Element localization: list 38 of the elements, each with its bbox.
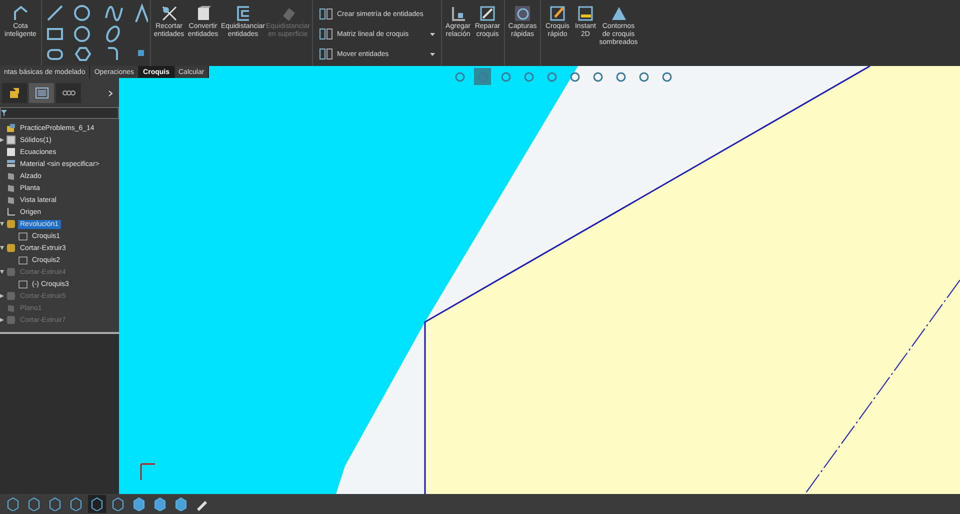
material-icon: [6, 159, 16, 169]
expanded-arrow-icon[interactable]: [0, 270, 4, 274]
config-tab[interactable]: [56, 83, 81, 103]
sketch-icon: [18, 279, 28, 289]
filter-field[interactable]: [0, 107, 119, 119]
origin-icon: [6, 207, 16, 217]
expanded-arrow-icon[interactable]: [0, 222, 4, 226]
feature-icon: [6, 267, 16, 277]
filter-icon: [1, 110, 7, 116]
mirror-grid-icon: [319, 7, 333, 21]
sketch-icon: [18, 231, 28, 241]
part-icon: [8, 86, 22, 100]
expanded-arrow-icon[interactable]: [0, 246, 4, 250]
part-icon: [6, 123, 16, 133]
collapsed-arrow-icon[interactable]: [0, 138, 4, 142]
folder-icon: [6, 135, 16, 145]
feature-icon: [6, 219, 16, 229]
caret-icon[interactable]: [430, 52, 435, 56]
sketch-icon: [18, 255, 28, 265]
plane-icon: [6, 303, 16, 313]
collapsed-arrow-icon[interactable]: [0, 294, 4, 298]
sketch-tools-icon[interactable]: [44, 2, 148, 62]
property-tab[interactable]: [29, 83, 54, 103]
list-icon: [34, 87, 48, 99]
view-orientation-button[interactable]: [88, 495, 106, 513]
feature-icon: [6, 315, 16, 325]
dots-icon: [62, 90, 76, 96]
chevron-right-icon[interactable]: [108, 90, 113, 96]
feature-icon: [6, 243, 16, 253]
feature-icon: [6, 291, 16, 301]
mirror-grid-icon: [319, 47, 333, 61]
feature-tree-tab[interactable]: [2, 83, 27, 103]
mirror-grid-icon: [319, 27, 333, 41]
target-icon: [513, 4, 532, 23]
dimension-icon: [11, 4, 30, 23]
collapsed-arrow-icon[interactable]: [0, 318, 4, 322]
equation-icon: [6, 147, 16, 157]
caret-icon[interactable]: [430, 32, 435, 36]
